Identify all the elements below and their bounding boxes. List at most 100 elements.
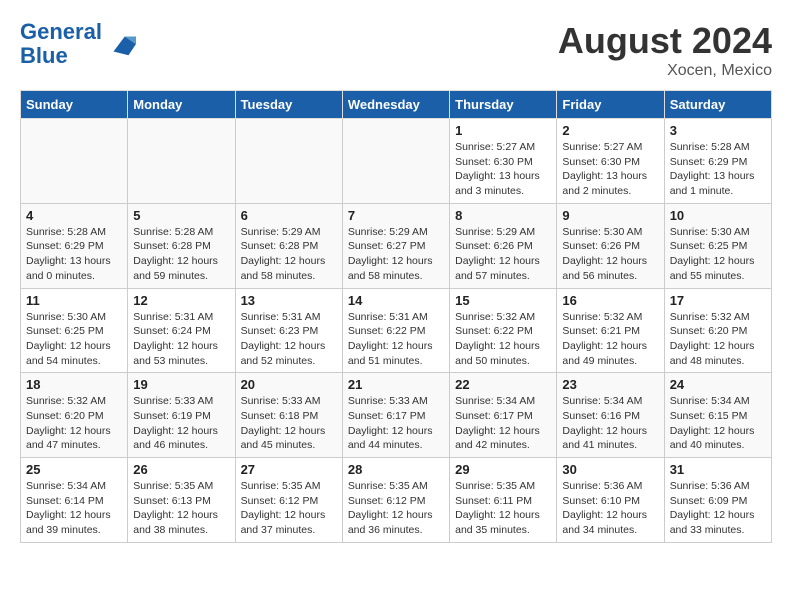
day-info: Sunrise: 5:30 AM Sunset: 6:25 PM Dayligh…: [670, 225, 766, 284]
calendar-cell: 10 Sunrise: 5:30 AM Sunset: 6:25 PM Dayli…: [664, 203, 771, 288]
calendar-cell: 26Sunrise: 5:35 AM Sunset: 6:13 PM Dayli…: [128, 458, 235, 543]
day-info: Sunrise: 5:35 AM Sunset: 6:12 PM Dayligh…: [241, 479, 337, 538]
calendar-cell: [235, 119, 342, 204]
day-number: 25: [26, 462, 122, 477]
calendar-cell: 18 Sunrise: 5:32 AM Sunset: 6:20 PM Dayli…: [21, 373, 128, 458]
day-number: 7: [348, 208, 444, 223]
calendar-cell: 12Sunrise: 5:31 AM Sunset: 6:24 PM Dayli…: [128, 288, 235, 373]
day-number: 20: [241, 377, 337, 392]
day-number: 30: [562, 462, 658, 477]
calendar-cell: 1Sunrise: 5:27 AM Sunset: 6:30 PM Daylig…: [450, 119, 557, 204]
calendar-cell: 14 Sunrise: 5:31 AM Sunset: 6:22 PM Dayli…: [342, 288, 449, 373]
day-number: 12: [133, 293, 229, 308]
day-number: 29: [455, 462, 551, 477]
title-block: August 2024 Xocen, Mexico: [558, 20, 772, 80]
day-number: 24: [670, 377, 766, 392]
day-number: 9: [562, 208, 658, 223]
calendar-cell: 31 Sunrise: 5:36 AM Sunset: 6:09 PM Dayli…: [664, 458, 771, 543]
calendar-cell: 5 Sunrise: 5:28 AM Sunset: 6:28 PM Daylig…: [128, 203, 235, 288]
calendar-cell: [21, 119, 128, 204]
calendar-body: 1 Sunrise: 5:27 AM Sunset: 6:30 PM Daylig…: [21, 119, 772, 543]
page-header: General Blue August 2024 Xocen, Mexico: [20, 20, 772, 80]
day-info: Sunrise: 5:34 AM Sunset: 6:14 PM Dayligh…: [26, 479, 122, 538]
day-info: Sunrise: 5:33 AM Sunset: 6:17 PM Dayligh…: [348, 394, 444, 453]
calendar-cell: 6 Sunrise: 5:29 AM Sunset: 6:28 PM Daylig…: [235, 203, 342, 288]
weekday-header-thursday: Thursday: [450, 91, 557, 119]
day-info: Sunrise: 5:33 AM Sunset: 6:19 PM Dayligh…: [133, 394, 229, 453]
calendar-cell: 21Sunrise: 5:33 AM Sunset: 6:17 PM Dayli…: [342, 373, 449, 458]
day-info: Sunrise: 5:32 AM Sunset: 6:22 PM Dayligh…: [455, 310, 551, 369]
calendar-cell: 30 Sunrise: 5:36 AM Sunset: 6:10 PM Dayli…: [557, 458, 664, 543]
day-number: 19: [133, 377, 229, 392]
calendar-cell: 22 Sunrise: 5:34 AM Sunset: 6:17 PM Dayli…: [450, 373, 557, 458]
day-info: Sunrise: 5:31 AM Sunset: 6:22 PM Dayligh…: [348, 310, 444, 369]
day-info: Sunrise: 5:36 AM Sunset: 6:10 PM Dayligh…: [562, 479, 658, 538]
calendar-cell: 13 Sunrise: 5:31 AM Sunset: 6:23 PM Dayli…: [235, 288, 342, 373]
calendar-cell: 16Sunrise: 5:32 AM Sunset: 6:21 PM Dayli…: [557, 288, 664, 373]
day-info: Sunrise: 5:31 AM Sunset: 6:23 PM Dayligh…: [241, 310, 337, 369]
month-title: August 2024: [558, 20, 772, 62]
day-number: 1: [455, 123, 551, 138]
day-info: Sunrise: 5:27 AM Sunset: 6:30 PM Dayligh…: [562, 140, 658, 199]
calendar-week-4: 25 Sunrise: 5:34 AM Sunset: 6:14 PM Dayli…: [21, 458, 772, 543]
calendar-cell: 23Sunrise: 5:34 AM Sunset: 6:16 PM Dayli…: [557, 373, 664, 458]
day-info: Sunrise: 5:34 AM Sunset: 6:17 PM Dayligh…: [455, 394, 551, 453]
day-number: 6: [241, 208, 337, 223]
day-info: Sunrise: 5:32 AM Sunset: 6:20 PM Dayligh…: [26, 394, 122, 453]
day-info: Sunrise: 5:34 AM Sunset: 6:15 PM Dayligh…: [670, 394, 766, 453]
weekday-header-saturday: Saturday: [664, 91, 771, 119]
calendar-cell: 2 Sunrise: 5:27 AM Sunset: 6:30 PM Daylig…: [557, 119, 664, 204]
calendar-cell: 15 Sunrise: 5:32 AM Sunset: 6:22 PM Dayli…: [450, 288, 557, 373]
day-number: 15: [455, 293, 551, 308]
weekday-header-monday: Monday: [128, 91, 235, 119]
calendar-cell: 25 Sunrise: 5:34 AM Sunset: 6:14 PM Dayli…: [21, 458, 128, 543]
weekday-header-friday: Friday: [557, 91, 664, 119]
logo-icon: [106, 29, 136, 59]
calendar-cell: [342, 119, 449, 204]
day-info: Sunrise: 5:28 AM Sunset: 6:29 PM Dayligh…: [670, 140, 766, 199]
calendar-cell: 19 Sunrise: 5:33 AM Sunset: 6:19 PM Dayli…: [128, 373, 235, 458]
calendar-cell: 24 Sunrise: 5:34 AM Sunset: 6:15 PM Dayli…: [664, 373, 771, 458]
calendar-cell: 4 Sunrise: 5:28 AM Sunset: 6:29 PM Daylig…: [21, 203, 128, 288]
calendar-cell: 7Sunrise: 5:29 AM Sunset: 6:27 PM Daylig…: [342, 203, 449, 288]
calendar-cell: 29 Sunrise: 5:35 AM Sunset: 6:11 PM Dayli…: [450, 458, 557, 543]
day-number: 10: [670, 208, 766, 223]
weekday-header-wednesday: Wednesday: [342, 91, 449, 119]
calendar-cell: 3 Sunrise: 5:28 AM Sunset: 6:29 PM Daylig…: [664, 119, 771, 204]
day-number: 14: [348, 293, 444, 308]
calendar-week-3: 18 Sunrise: 5:32 AM Sunset: 6:20 PM Dayli…: [21, 373, 772, 458]
day-number: 8: [455, 208, 551, 223]
day-number: 13: [241, 293, 337, 308]
weekday-header-sunday: Sunday: [21, 91, 128, 119]
day-info: Sunrise: 5:28 AM Sunset: 6:29 PM Dayligh…: [26, 225, 122, 284]
day-number: 5: [133, 208, 229, 223]
day-number: 18: [26, 377, 122, 392]
day-number: 31: [670, 462, 766, 477]
calendar-cell: 11Sunrise: 5:30 AM Sunset: 6:25 PM Dayli…: [21, 288, 128, 373]
calendar-cell: 27 Sunrise: 5:35 AM Sunset: 6:12 PM Dayli…: [235, 458, 342, 543]
day-number: 16: [562, 293, 658, 308]
logo-text2: Blue: [20, 44, 102, 68]
day-number: 3: [670, 123, 766, 138]
day-number: 27: [241, 462, 337, 477]
day-info: Sunrise: 5:33 AM Sunset: 6:18 PM Dayligh…: [241, 394, 337, 453]
calendar-cell: 20 Sunrise: 5:33 AM Sunset: 6:18 PM Dayli…: [235, 373, 342, 458]
day-info: Sunrise: 5:28 AM Sunset: 6:28 PM Dayligh…: [133, 225, 229, 284]
calendar-week-2: 11Sunrise: 5:30 AM Sunset: 6:25 PM Dayli…: [21, 288, 772, 373]
calendar-cell: [128, 119, 235, 204]
day-info: Sunrise: 5:36 AM Sunset: 6:09 PM Dayligh…: [670, 479, 766, 538]
day-info: Sunrise: 5:29 AM Sunset: 6:26 PM Dayligh…: [455, 225, 551, 284]
calendar-week-0: 1 Sunrise: 5:27 AM Sunset: 6:30 PM Daylig…: [21, 119, 772, 204]
day-number: 4: [26, 208, 122, 223]
calendar-table: SundayMondayTuesdayWednesdayThursdayFrid…: [20, 90, 772, 543]
logo: General Blue: [20, 20, 136, 68]
calendar-cell: 28Sunrise: 5:35 AM Sunset: 6:12 PM Dayli…: [342, 458, 449, 543]
day-info: Sunrise: 5:35 AM Sunset: 6:11 PM Dayligh…: [455, 479, 551, 538]
logo-text: General: [20, 20, 102, 44]
location: Xocen, Mexico: [558, 62, 772, 80]
weekday-header-tuesday: Tuesday: [235, 91, 342, 119]
day-number: 2: [562, 123, 658, 138]
calendar-week-1: 4 Sunrise: 5:28 AM Sunset: 6:29 PM Daylig…: [21, 203, 772, 288]
day-number: 22: [455, 377, 551, 392]
day-info: Sunrise: 5:29 AM Sunset: 6:28 PM Dayligh…: [241, 225, 337, 284]
